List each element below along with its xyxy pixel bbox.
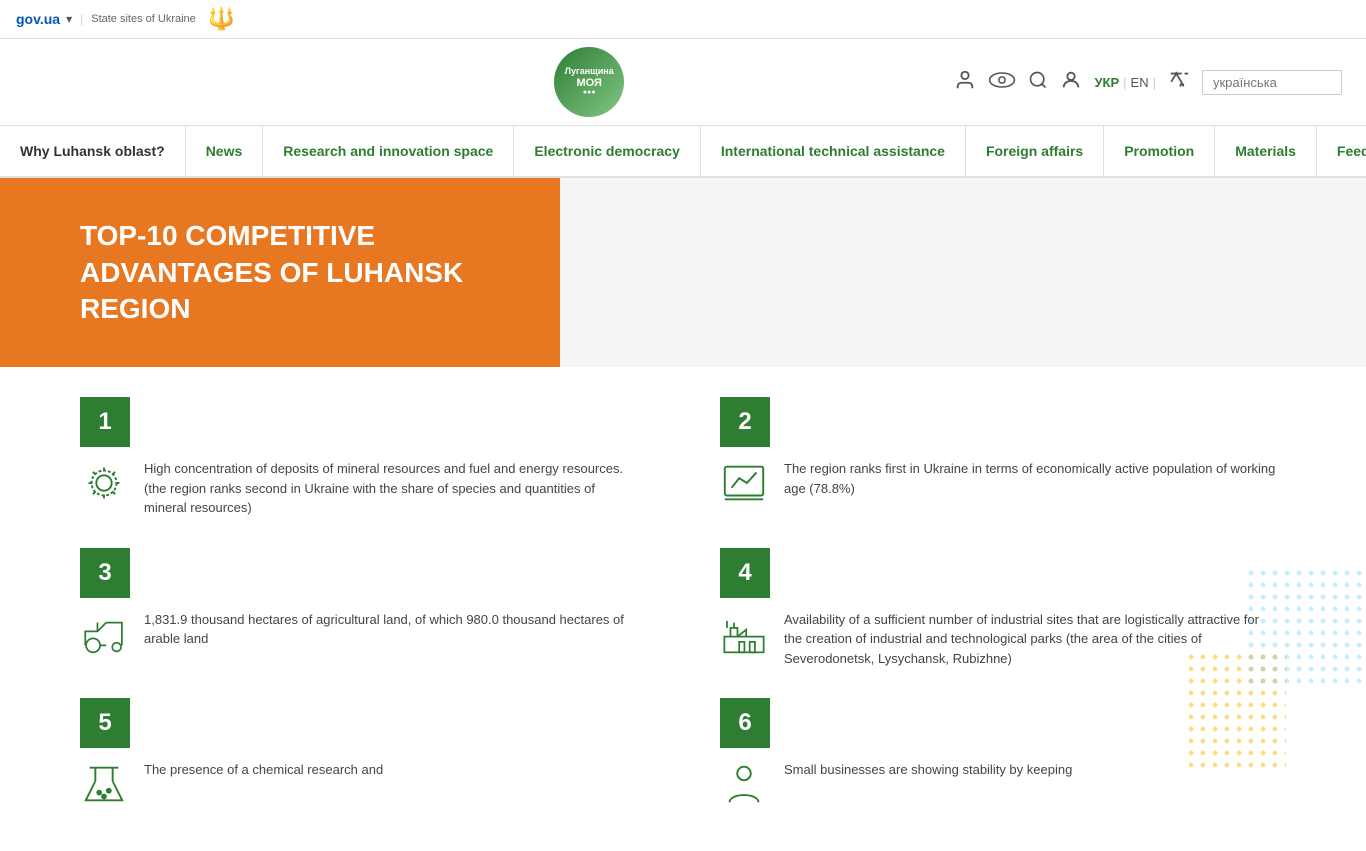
factory-icon bbox=[720, 610, 768, 661]
search-icon[interactable] bbox=[1028, 70, 1048, 95]
badge-6: 6 bbox=[720, 698, 770, 748]
nav-item-research[interactable]: Research and innovation space bbox=[263, 126, 514, 176]
translate-icon[interactable] bbox=[1168, 69, 1190, 96]
accessibility-icon[interactable] bbox=[988, 69, 1016, 96]
nav-item-electronic[interactable]: Electronic democracy bbox=[514, 126, 701, 176]
advantage-3: 3 1,831.9 thousand hectares of agricultu… bbox=[80, 548, 640, 669]
search-input[interactable] bbox=[1202, 70, 1342, 95]
nav-item-why-luhansk[interactable]: Why Luhansk oblast? bbox=[0, 126, 186, 176]
hero-title: TOP-10 COMPETITIVE ADVANTAGES OF LUHANSK… bbox=[80, 218, 480, 327]
advantage-4-content: Availability of a sufficient number of i… bbox=[720, 610, 1280, 669]
header-icons: УКР | EN | bbox=[954, 69, 1342, 96]
badge-5: 5 bbox=[80, 698, 130, 748]
chart-icon bbox=[720, 459, 768, 510]
gov-logo[interactable]: gov.ua ▾ bbox=[16, 11, 72, 27]
nav-item-news[interactable]: News bbox=[186, 126, 264, 176]
advantage-6: 6 Small businesses are showing stability… bbox=[720, 698, 1280, 811]
advantage-2-text: The region ranks first in Ukraine in ter… bbox=[784, 459, 1280, 498]
badge-1: 1 bbox=[80, 397, 130, 447]
advantages-grid: 1 High concentration of deposits of mine… bbox=[80, 397, 1280, 811]
main-navigation: Why Luhansk oblast? News Research and in… bbox=[0, 126, 1366, 178]
lang-switcher[interactable]: УКР | EN | bbox=[1094, 75, 1156, 90]
hero-banner: TOP-10 COMPETITIVE ADVANTAGES OF LUHANSK… bbox=[0, 178, 560, 367]
logo-circle: Луганщина МОЯ ●●● bbox=[554, 47, 624, 117]
top-bar: gov.ua ▾ | State sites of Ukraine 🔱 bbox=[0, 0, 1366, 39]
advantage-1-text: High concentration of deposits of minera… bbox=[144, 459, 640, 518]
advantage-5-text: The presence of a chemical research and bbox=[144, 760, 383, 780]
lang-separator1: | bbox=[1123, 75, 1126, 90]
chemistry-icon bbox=[80, 760, 128, 811]
advantage-6-text: Small businesses are showing stability b… bbox=[784, 760, 1072, 780]
logo-text: Луганщина МОЯ ●●● bbox=[565, 67, 614, 97]
person-icon[interactable] bbox=[954, 69, 976, 96]
trident-emblem: 🔱 bbox=[208, 6, 235, 32]
advantage-1: 1 High concentration of deposits of mine… bbox=[80, 397, 640, 518]
person-business-icon bbox=[720, 760, 768, 811]
nav-item-foreign[interactable]: Foreign affairs bbox=[966, 126, 1104, 176]
state-sites-label: State sites of Ukraine bbox=[91, 13, 196, 25]
advantage-3-text: 1,831.9 thousand hectares of agricultura… bbox=[144, 610, 640, 649]
advantage-5: 5 The presence of a chemical research an… bbox=[80, 698, 640, 811]
advantage-4-text: Availability of a sufficient number of i… bbox=[784, 610, 1280, 669]
nav-item-promotion[interactable]: Promotion bbox=[1104, 126, 1215, 176]
gov-dropdown-icon[interactable]: ▾ bbox=[66, 12, 72, 26]
tractor-icon bbox=[80, 610, 128, 661]
main-content: 1 High concentration of deposits of mine… bbox=[0, 367, 1366, 851]
gov-ua-label: gov.ua bbox=[16, 11, 60, 27]
site-header: Луганщина МОЯ ●●● bbox=[0, 39, 1366, 126]
lang-separator2: | bbox=[1153, 75, 1156, 90]
nav-item-international[interactable]: International technical assistance bbox=[701, 126, 966, 176]
advantage-3-content: 1,831.9 thousand hectares of agricultura… bbox=[80, 610, 640, 661]
advantage-2-content: The region ranks first in Ukraine in ter… bbox=[720, 459, 1280, 510]
advantage-5-content: The presence of a chemical research and bbox=[80, 760, 640, 811]
badge-4: 4 bbox=[720, 548, 770, 598]
nav-item-materials[interactable]: Materials bbox=[1215, 126, 1317, 176]
lang-en[interactable]: EN bbox=[1131, 75, 1149, 90]
advantage-2: 2 The region ranks first in Ukraine in t… bbox=[720, 397, 1280, 518]
badge-2: 2 bbox=[720, 397, 770, 447]
gear-icon bbox=[80, 459, 128, 510]
advantage-1-content: High concentration of deposits of minera… bbox=[80, 459, 640, 518]
advantage-6-content: Small businesses are showing stability b… bbox=[720, 760, 1280, 811]
account-icon[interactable] bbox=[1060, 69, 1082, 96]
site-logo[interactable]: Луганщина МОЯ ●●● bbox=[554, 47, 624, 117]
advantage-4: 4 Availability of a sufficient number of… bbox=[720, 548, 1280, 669]
lang-ukr[interactable]: УКР bbox=[1094, 75, 1119, 90]
badge-3: 3 bbox=[80, 548, 130, 598]
nav-item-feedback[interactable]: Feedback bbox=[1317, 126, 1366, 176]
